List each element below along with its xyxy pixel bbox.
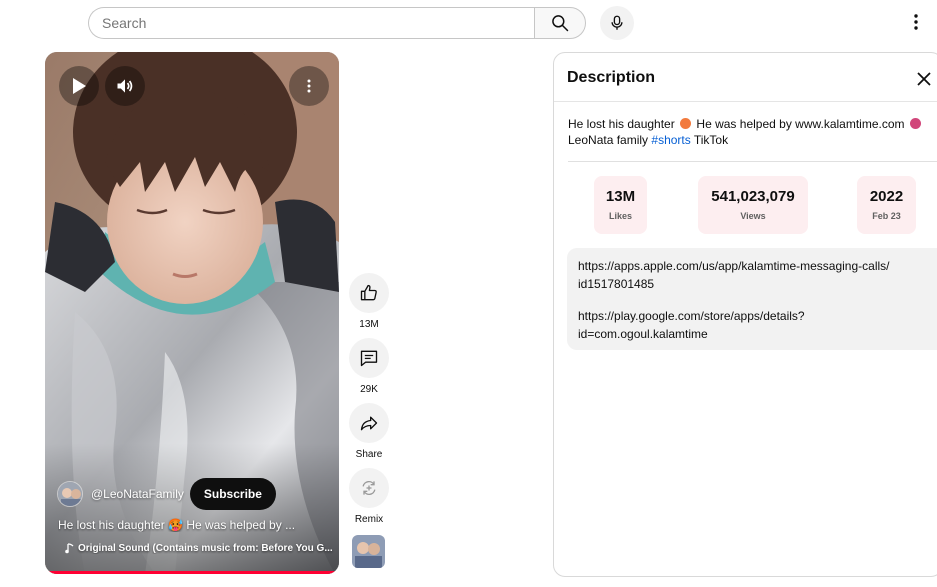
share-button[interactable]	[349, 403, 389, 443]
play-button[interactable]	[59, 66, 99, 106]
date-stat: 2022 Feb 23	[857, 176, 916, 234]
remix-icon	[362, 481, 376, 495]
share-action: Share	[348, 403, 390, 460]
likes-stat: 13M Likes	[594, 176, 647, 234]
search-icon	[552, 15, 569, 32]
views-stat: 541,023,079 Views	[698, 176, 808, 234]
sound-title: Original Sound (Contains music from: Bef…	[78, 543, 333, 554]
music-note-icon	[65, 543, 74, 554]
video-caption[interactable]: He lost his daughter 🥵 He was helped by …	[58, 518, 328, 532]
share-icon	[360, 416, 378, 431]
search-button[interactable]	[534, 7, 586, 39]
voice-search-button[interactable]	[600, 6, 634, 40]
microphone-icon	[611, 15, 623, 30]
comment-count: 29K	[360, 384, 378, 395]
description-text: He lost his daughter He was helped by ww…	[568, 116, 928, 148]
more-vertical-icon	[307, 79, 311, 93]
progress-bar[interactable]	[45, 571, 339, 574]
like-button[interactable]	[349, 273, 389, 313]
volume-button[interactable]	[105, 66, 145, 106]
divider	[568, 161, 937, 162]
hashtag-link[interactable]: #shorts	[651, 133, 690, 147]
apple-link[interactable]: https://apps.apple.com/us/app/kalamtime-…	[578, 257, 918, 293]
subscribe-button[interactable]: Subscribe	[189, 478, 276, 510]
channel-row: @LeoNataFamily Subscribe	[57, 478, 276, 510]
more-vertical-icon	[914, 14, 918, 30]
like-action: 13M	[348, 273, 390, 330]
close-button[interactable]	[913, 68, 935, 90]
sound-row[interactable]: Original Sound (Contains music from: Bef…	[65, 543, 335, 554]
more-options-button[interactable]	[904, 10, 928, 34]
panel-title: Description	[567, 69, 656, 86]
video-more-button[interactable]	[289, 66, 329, 106]
channel-avatar[interactable]	[57, 481, 83, 507]
search-box[interactable]	[88, 7, 535, 39]
sound-thumbnail[interactable]	[352, 535, 385, 568]
video-player[interactable]: @LeoNataFamily Subscribe He lost his dau…	[45, 52, 339, 574]
remix-label: Remix	[354, 514, 384, 525]
links-box: https://apps.apple.com/us/app/kalamtime-…	[567, 248, 937, 350]
hot-face-emoji-icon	[680, 118, 692, 129]
thumbs-up-icon	[360, 284, 377, 301]
remix-action: Remix	[348, 468, 390, 525]
volume-icon	[117, 79, 133, 93]
description-panel: Description He lost his daughter He was …	[553, 52, 937, 577]
panel-header: Description	[554, 53, 937, 102]
comments-button[interactable]	[349, 338, 389, 378]
like-count: 13M	[359, 319, 379, 330]
emoji-icon	[909, 118, 921, 129]
play-icon	[73, 78, 86, 94]
share-label: Share	[355, 449, 383, 460]
close-icon	[917, 72, 931, 86]
google-play-link[interactable]: https://play.google.com/store/apps/detai…	[578, 307, 918, 343]
search-input[interactable]	[89, 8, 535, 38]
comment-icon	[360, 350, 378, 367]
remix-button[interactable]	[349, 468, 389, 508]
shorts-page: @LeoNataFamily Subscribe He lost his dau…	[0, 0, 937, 587]
comments-action: 29K	[348, 338, 390, 395]
channel-name[interactable]: @LeoNataFamily	[91, 487, 184, 501]
